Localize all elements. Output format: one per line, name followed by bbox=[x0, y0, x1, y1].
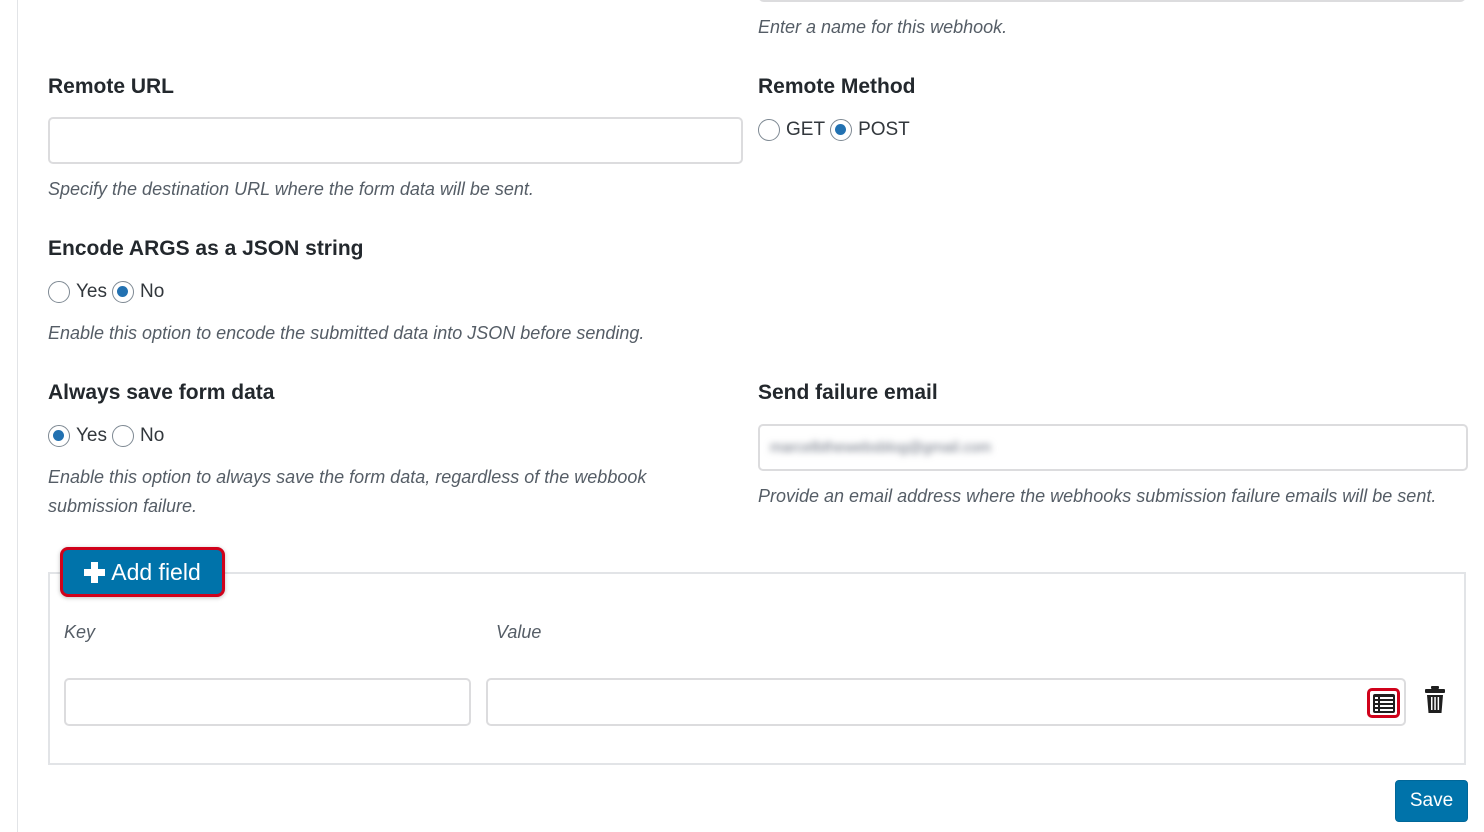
webhook-name-help: Enter a name for this webhook. bbox=[758, 17, 1008, 37]
failure-email-help: Provide an email address where the webho… bbox=[758, 486, 1437, 506]
remote-url-input[interactable] bbox=[48, 117, 743, 164]
always-save-help-line-1: Enable this option to always save the fo… bbox=[48, 467, 647, 487]
encode-args-yes-radio[interactable] bbox=[48, 281, 70, 303]
remote-method-get-label: GET bbox=[786, 119, 826, 140]
encode-args-yes-label: Yes bbox=[76, 281, 107, 302]
add-field-button[interactable]: Add field bbox=[60, 547, 225, 597]
encode-args-no-option[interactable]: No bbox=[112, 281, 164, 303]
encode-args-radio-group: Yes No bbox=[48, 281, 169, 303]
field-key-input[interactable] bbox=[64, 678, 471, 726]
remote-url-help: Specify the destination URL where the fo… bbox=[48, 179, 534, 199]
remote-method-post-radio[interactable] bbox=[830, 119, 853, 141]
failure-email-label: Send failure email bbox=[758, 381, 938, 404]
always-save-yes-radio[interactable] bbox=[48, 425, 70, 447]
custom-fields-panel bbox=[48, 572, 1466, 765]
key-column-label: Key bbox=[64, 622, 96, 642]
trash-icon[interactable] bbox=[1424, 686, 1446, 714]
remote-method-post-option[interactable]: POST bbox=[830, 119, 910, 141]
always-save-yes-label: Yes bbox=[76, 425, 107, 446]
failure-email-input[interactable]: marcelbthewebsblog@gmail.com bbox=[758, 424, 1468, 471]
remote-method-get-option[interactable]: GET bbox=[758, 119, 825, 141]
always-save-no-radio[interactable] bbox=[112, 425, 134, 447]
list-icon bbox=[1372, 693, 1395, 713]
always-save-label: Always save form data bbox=[48, 381, 275, 404]
merge-tags-button[interactable] bbox=[1367, 688, 1400, 718]
remote-method-get-radio[interactable] bbox=[758, 119, 780, 141]
remote-method-radio-group: GET POST bbox=[758, 119, 915, 141]
encode-args-help: Enable this option to encode the submitt… bbox=[48, 323, 645, 343]
webhook-name-input[interactable] bbox=[758, 0, 1466, 2]
remote-method-label: Remote Method bbox=[758, 75, 916, 98]
always-save-help-line-2: submission failure. bbox=[48, 496, 198, 516]
encode-args-no-radio[interactable] bbox=[112, 281, 134, 303]
save-button[interactable]: Save bbox=[1395, 780, 1468, 822]
always-save-radio-group: Yes No bbox=[48, 425, 169, 447]
always-save-help: Enable this option to always save the fo… bbox=[48, 463, 646, 521]
always-save-no-label: No bbox=[140, 425, 165, 446]
encode-args-label: Encode ARGS as a JSON string bbox=[48, 237, 364, 260]
always-save-no-option[interactable]: No bbox=[112, 425, 164, 447]
failure-email-value: marcelbthewebsblog@gmail.com bbox=[770, 439, 992, 456]
always-save-yes-option[interactable]: Yes bbox=[48, 425, 107, 447]
add-field-label: Add field bbox=[111, 558, 201, 585]
remote-url-label: Remote URL bbox=[48, 75, 175, 98]
content-left-border bbox=[17, 0, 18, 832]
plus-icon bbox=[84, 561, 106, 583]
remote-method-post-label: POST bbox=[858, 119, 910, 140]
value-column-label: Value bbox=[496, 622, 542, 642]
encode-args-no-label: No bbox=[140, 281, 165, 302]
field-value-input[interactable] bbox=[486, 678, 1406, 726]
encode-args-yes-option[interactable]: Yes bbox=[48, 281, 107, 303]
